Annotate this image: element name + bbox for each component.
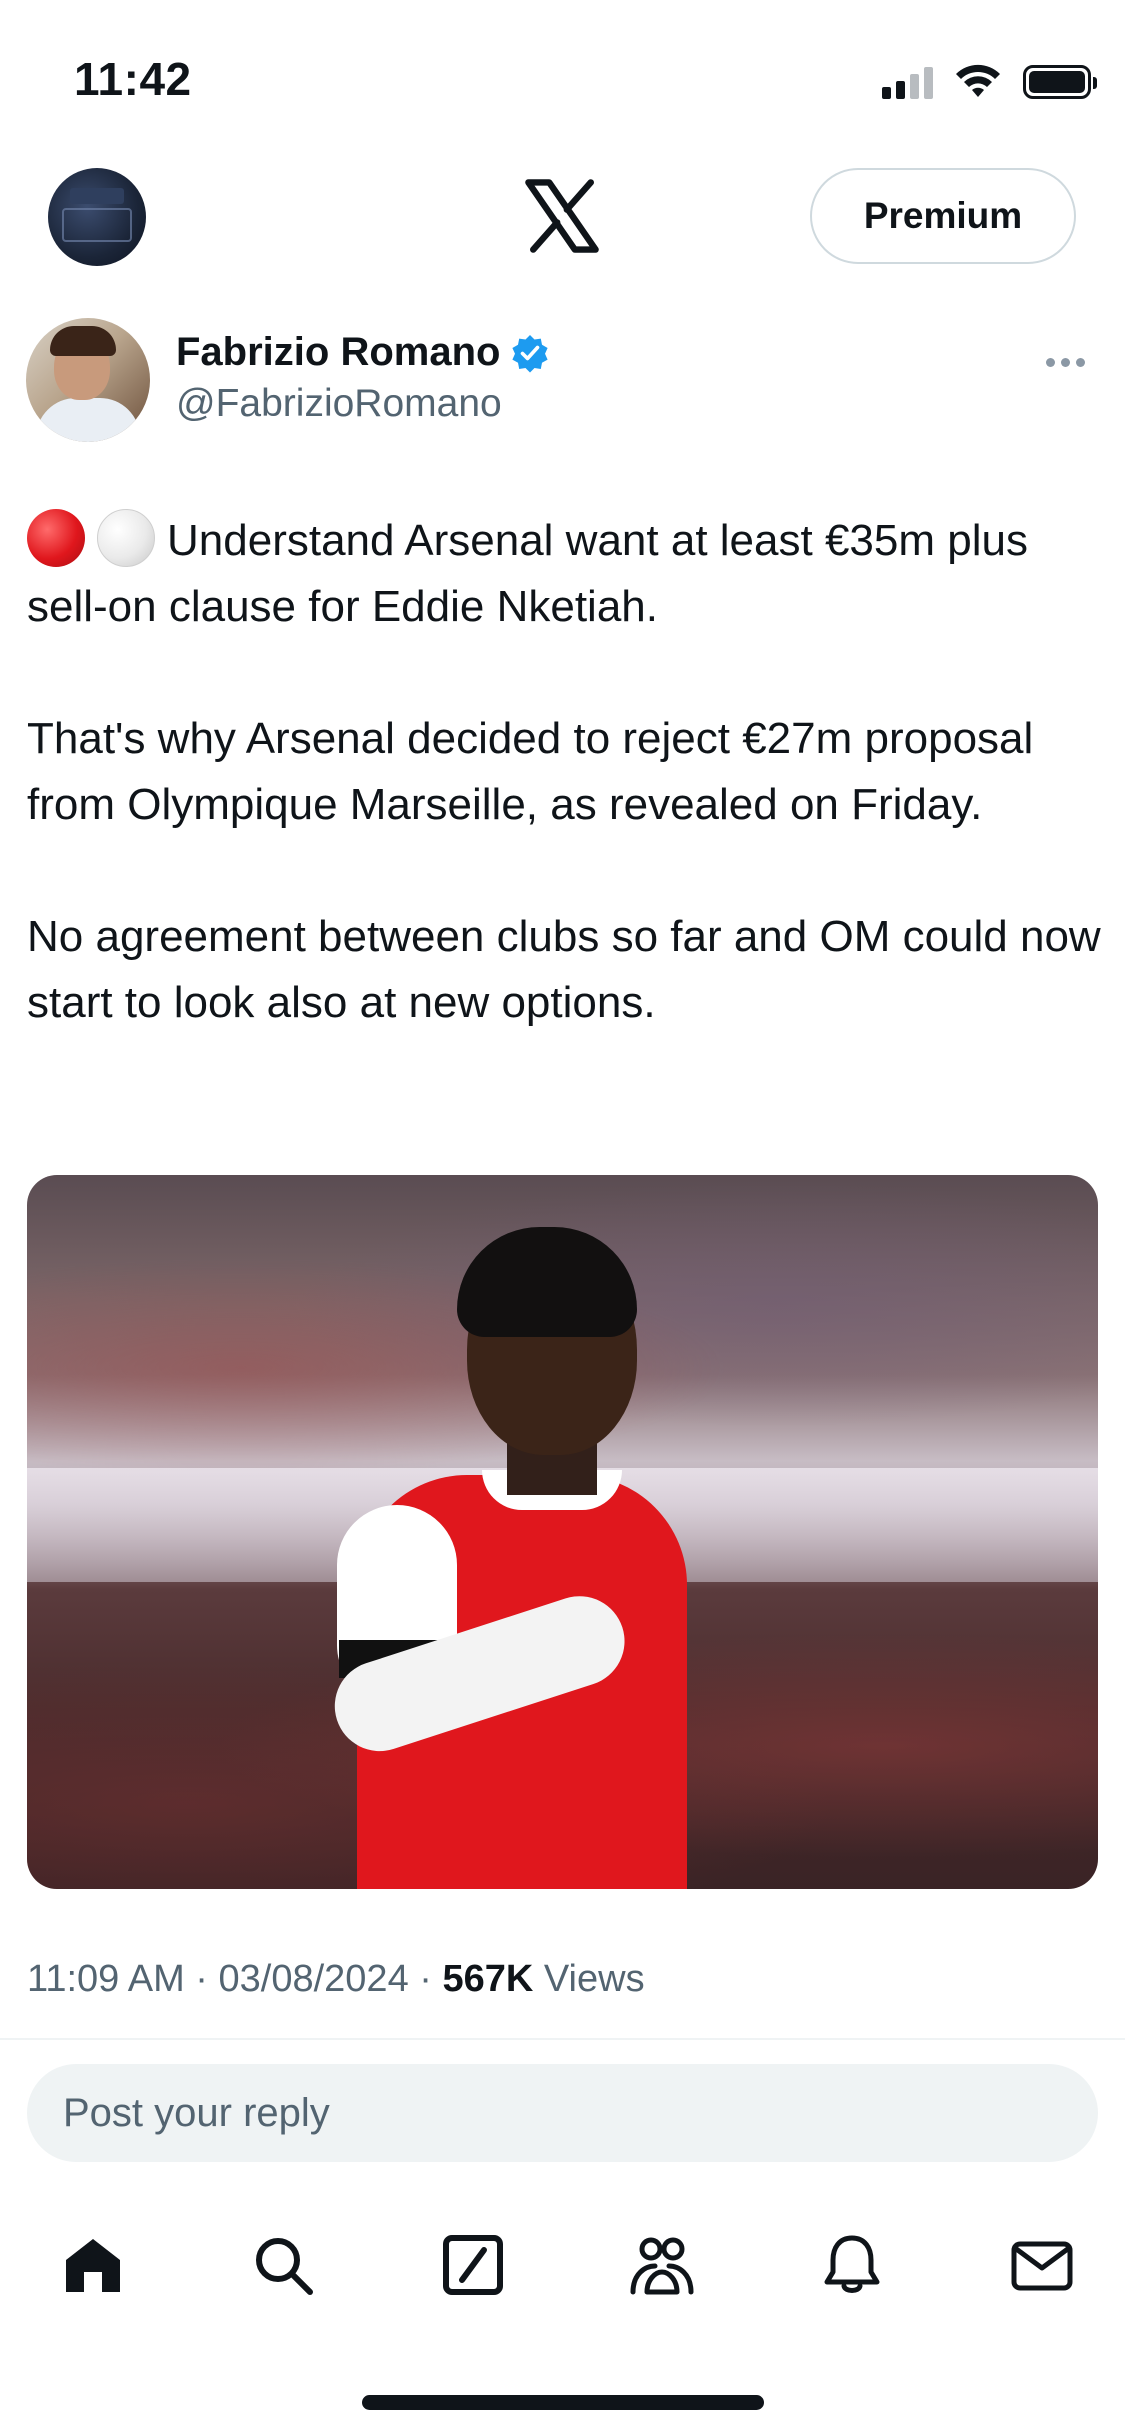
- author-name[interactable]: Fabrizio Romano: [176, 330, 500, 375]
- reply-placeholder: Post your reply: [63, 2090, 330, 2135]
- top-header: Premium: [0, 150, 1125, 285]
- battery-icon: [1023, 65, 1097, 99]
- tweet-paragraph: No agreement between clubs so far and OM…: [27, 912, 1101, 1027]
- white-circle-emoji: [97, 509, 155, 567]
- status-bar: 11:42: [0, 0, 1125, 150]
- meta-separator: ·: [195, 1958, 208, 2000]
- tweet-paragraph: Understand Arsenal want at least €35m pl…: [27, 508, 1107, 640]
- wifi-icon: [956, 64, 1000, 97]
- tweet-photo[interactable]: [27, 1175, 1098, 1889]
- tab-notifications[interactable]: [817, 2230, 887, 2300]
- messages-icon: [1011, 2241, 1073, 2291]
- author-name-row: Fabrizio Romano: [176, 330, 550, 375]
- home-icon: [66, 2239, 120, 2292]
- account-avatar[interactable]: [48, 168, 146, 266]
- more-options-icon[interactable]: [1046, 358, 1085, 367]
- tweet-time: 11:09 AM: [27, 1958, 185, 2000]
- notifications-icon: [824, 2235, 880, 2293]
- tab-grok[interactable]: [438, 2230, 508, 2300]
- search-icon: [255, 2238, 313, 2295]
- author-avatar[interactable]: [26, 318, 150, 442]
- red-circle-emoji: [27, 509, 85, 567]
- grok-icon: [442, 2235, 503, 2295]
- tab-communities[interactable]: [627, 2230, 697, 2300]
- status-time: 11:42: [74, 53, 192, 105]
- tab-messages[interactable]: [1007, 2230, 1077, 2300]
- tweet-text: Understand Arsenal want at least €35m pl…: [27, 508, 1107, 1036]
- divider: [0, 2038, 1125, 2040]
- author-handle[interactable]: @FabrizioRomano: [176, 382, 502, 426]
- views-count[interactable]: 567K: [442, 1958, 533, 2000]
- meta-separator: ·: [419, 1958, 432, 2000]
- cellular-signal-icon: [882, 65, 933, 99]
- status-icons: [882, 58, 1097, 106]
- reply-input[interactable]: Post your reply: [27, 2064, 1098, 2162]
- tweet-date: 03/08/2024: [218, 1958, 409, 2000]
- tweet-meta: 11:09 AM · 03/08/2024 · 567K Views: [27, 1958, 645, 2001]
- views-label: Views: [543, 1958, 645, 2000]
- x-logo-icon: [525, 179, 599, 253]
- verified-badge-icon: [512, 334, 549, 372]
- communities-icon: [630, 2237, 694, 2295]
- tweet-paragraph: That's why Arsenal decided to reject €27…: [27, 714, 1034, 829]
- premium-button[interactable]: Premium: [810, 168, 1076, 264]
- home-indicator[interactable]: [362, 2395, 764, 2410]
- tab-home[interactable]: [58, 2230, 128, 2300]
- tweet-author: Fabrizio Romano @FabrizioRomano: [0, 318, 1125, 448]
- tab-search[interactable]: [248, 2230, 318, 2300]
- tweet-paragraph-text: Understand Arsenal want at least €35m pl…: [27, 516, 1028, 631]
- bottom-tab-bar: [0, 2210, 1125, 2320]
